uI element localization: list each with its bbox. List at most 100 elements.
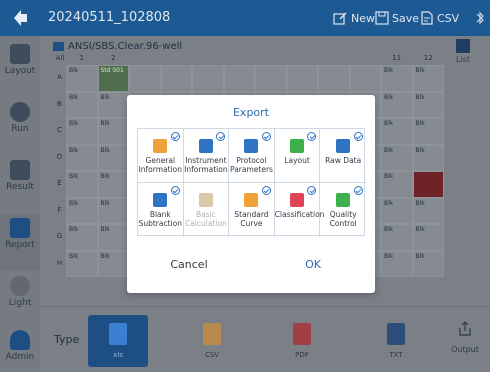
well-cell[interactable]: Blk <box>381 250 413 277</box>
file-type-xls[interactable]: xls <box>88 315 148 367</box>
export-option-label-line1: Basic <box>195 210 216 219</box>
sidebar-item-result[interactable]: Result <box>0 156 40 212</box>
column-header[interactable] <box>161 54 193 64</box>
well-cell[interactable]: Blk <box>66 197 98 224</box>
well-cell[interactable] <box>192 65 224 92</box>
well-cell[interactable]: Blk <box>66 65 98 92</box>
file-type-txt[interactable]: TXT <box>366 315 426 367</box>
well-cell[interactable] <box>412 171 444 198</box>
export-option-general-info[interactable]: General Information <box>138 129 184 183</box>
well-cell[interactable]: Blk <box>66 224 98 251</box>
well-cell[interactable]: Blk <box>381 65 413 92</box>
export-option-label-line1: Classification <box>274 210 325 219</box>
sidebar-item-light[interactable]: Light <box>0 272 40 328</box>
well-cell[interactable]: Blk <box>412 144 444 171</box>
new-button[interactable]: New <box>333 9 375 27</box>
well-cell[interactable]: Blk <box>97 197 129 224</box>
sidebar-item-run[interactable]: Run <box>0 98 40 154</box>
well-cell[interactable]: Blk <box>412 65 444 92</box>
column-header[interactable] <box>255 54 287 64</box>
well-cell[interactable]: Blk <box>412 118 444 145</box>
plate-name: ANSI/SBS.Clear.96-well <box>68 41 183 52</box>
sidebar-item-report[interactable]: Report <box>0 214 40 270</box>
output-button[interactable]: Output <box>450 321 480 354</box>
well-cell[interactable]: Blk <box>97 250 129 277</box>
export-option-protocol[interactable]: Protocol Parameters <box>229 129 275 183</box>
export-option-quality-control[interactable]: Quality Control <box>320 183 366 237</box>
sidebar-item-label: Layout <box>4 66 36 76</box>
export-option-layout-grid[interactable]: Layout <box>274 129 321 183</box>
well-cell[interactable]: Blk <box>66 144 98 171</box>
txt-file-icon <box>387 323 405 345</box>
file-type-csv[interactable]: CSV <box>182 315 242 367</box>
well-cell[interactable]: Blk <box>66 250 98 277</box>
save-button[interactable]: Save <box>375 9 419 27</box>
column-header[interactable] <box>224 54 256 64</box>
export-option-label-line1: Quality <box>329 210 357 219</box>
well-cell[interactable] <box>223 65 255 92</box>
column-header[interactable]: 1 <box>66 54 98 64</box>
ok-button[interactable]: OK <box>251 258 375 271</box>
well-cell[interactable] <box>318 65 350 92</box>
well-cell[interactable]: Blk <box>381 171 413 198</box>
well-cell[interactable]: Blk <box>412 91 444 118</box>
export-option-label-line2: Subtraction <box>138 219 182 228</box>
well-cell[interactable]: Blk <box>97 224 129 251</box>
well-cell[interactable]: Blk <box>97 118 129 145</box>
column-header[interactable]: 11 <box>381 54 413 64</box>
column-header[interactable]: 2 <box>98 54 130 64</box>
well-cell[interactable] <box>286 65 318 92</box>
column-header[interactable] <box>318 54 350 64</box>
select-all-wells[interactable]: All <box>54 54 66 64</box>
back-arrow-icon[interactable] <box>10 7 32 29</box>
well-cell[interactable]: Blk <box>412 197 444 224</box>
well-cell[interactable]: Blk <box>412 224 444 251</box>
row-header[interactable]: B <box>54 100 65 108</box>
row-header[interactable]: G <box>54 232 65 240</box>
well-cell[interactable]: Blk <box>381 197 413 224</box>
row-header[interactable]: H <box>54 259 65 267</box>
file-type-pdf[interactable]: PDF <box>272 315 332 367</box>
export-option-instrument-info[interactable]: Instrument Information <box>183 129 230 183</box>
sidebar-item-admin[interactable]: Admin <box>0 326 40 372</box>
export-option-label-line1: Standard <box>234 210 269 219</box>
row-header[interactable]: A <box>54 73 65 81</box>
export-option-blank-subtraction[interactable]: Blank Subtraction <box>138 183 184 237</box>
column-header[interactable]: 12 <box>413 54 445 64</box>
column-header[interactable] <box>350 54 382 64</box>
export-option-label-line1: Protocol <box>236 156 267 165</box>
export-option-classification[interactable]: Classification <box>274 183 325 237</box>
well-cell[interactable]: Blk <box>97 144 129 171</box>
well-cell[interactable]: Blk <box>412 250 444 277</box>
well-cell[interactable]: Blk <box>381 118 413 145</box>
well-cell[interactable]: Blk <box>66 171 98 198</box>
well-cell[interactable]: Blk <box>381 91 413 118</box>
row-header[interactable]: D <box>54 153 65 161</box>
cancel-button[interactable]: Cancel <box>127 258 251 271</box>
export-option-standard-curve[interactable]: Standard Curve <box>229 183 275 237</box>
well-cell[interactable] <box>160 65 192 92</box>
column-header[interactable] <box>287 54 319 64</box>
well-cell[interactable]: Std S01 <box>97 65 129 92</box>
column-header[interactable] <box>192 54 224 64</box>
well-cell[interactable]: Blk <box>97 171 129 198</box>
well-cell[interactable] <box>255 65 287 92</box>
well-cell[interactable]: Blk <box>381 224 413 251</box>
export-option-raw-data[interactable]: Raw Data <box>320 129 366 183</box>
well-cell[interactable]: Blk <box>381 144 413 171</box>
well-cell[interactable]: Blk <box>97 91 129 118</box>
well-cell[interactable]: Blk <box>66 91 98 118</box>
row-header[interactable]: F <box>54 206 65 214</box>
layout-grid-icon <box>290 139 305 153</box>
row-header[interactable]: C <box>54 126 65 134</box>
export-option-label: Standard Curve <box>229 210 274 228</box>
plate-icon <box>53 42 64 51</box>
column-header[interactable] <box>129 54 161 64</box>
list-button[interactable]: List <box>450 39 476 64</box>
sidebar-item-layout[interactable]: Layout <box>0 40 40 96</box>
well-cell[interactable]: Blk <box>66 118 98 145</box>
csv-button[interactable]: CSV <box>420 9 459 27</box>
well-cell[interactable] <box>349 65 381 92</box>
well-cell[interactable] <box>129 65 161 92</box>
row-header[interactable]: E <box>54 179 65 187</box>
